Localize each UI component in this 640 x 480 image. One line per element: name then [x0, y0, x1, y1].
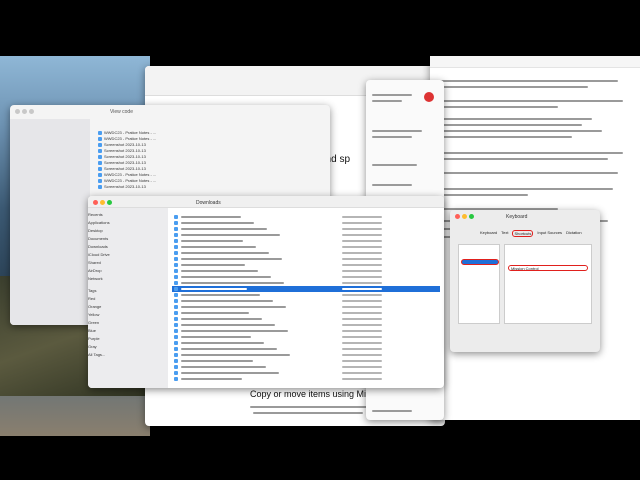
- folder-icon: [174, 377, 178, 381]
- highlighted-shortcut[interactable]: Mission Control: [508, 265, 588, 271]
- close-button[interactable]: [93, 200, 98, 205]
- file-row[interactable]: [172, 376, 440, 382]
- tab-text[interactable]: Text: [501, 230, 508, 237]
- mission-control-category[interactable]: [461, 259, 499, 265]
- finder-sidebar: Recents Applications Desktop Documents D…: [88, 208, 168, 388]
- minimize-button[interactable]: [100, 200, 105, 205]
- folder-icon: [174, 311, 178, 315]
- folder-icon: [174, 323, 178, 327]
- folder-icon: [174, 353, 178, 357]
- folder-icon: [174, 359, 178, 363]
- file-list: [172, 214, 442, 386]
- folder-icon: [174, 287, 178, 291]
- folder-icon: [174, 341, 178, 345]
- finder-back-title: View code: [110, 109, 133, 115]
- shortcut-list: Mission Control: [504, 244, 592, 324]
- tab-shortcuts[interactable]: Shortcuts: [512, 230, 534, 237]
- finder-toolbar: [88, 196, 444, 208]
- shortcut-categories: [458, 244, 500, 324]
- folder-icon: [174, 245, 178, 249]
- tab-input-sources[interactable]: Input Sources: [537, 230, 562, 237]
- folder-icon: [174, 239, 178, 243]
- mail-avatar: [424, 92, 434, 102]
- folder-icon: [174, 293, 178, 297]
- tab-dictation[interactable]: Dictation: [566, 230, 582, 237]
- folder-icon: [174, 233, 178, 237]
- folder-icon: [174, 335, 178, 339]
- folder-icon: [174, 371, 178, 375]
- folder-icon: [174, 365, 178, 369]
- keyboard-preferences-window[interactable]: Keyboard Keyboard Text Shortcuts Input S…: [450, 210, 600, 352]
- tab-keyboard[interactable]: Keyboard: [480, 230, 497, 237]
- folder-icon: [174, 347, 178, 351]
- zoom-button[interactable]: [107, 200, 112, 205]
- finder-back-sidebar: [10, 119, 90, 325]
- finder-window-front[interactable]: Downloads Recents Applications Desktop D…: [88, 196, 444, 388]
- folder-icon: [174, 317, 178, 321]
- folder-icon: [174, 305, 178, 309]
- folder-icon: [174, 257, 178, 261]
- folder-icon: [174, 281, 178, 285]
- folder-icon: [174, 215, 178, 219]
- finder-front-title: Downloads: [196, 200, 221, 206]
- folder-icon: [174, 269, 178, 273]
- folder-icon: [174, 251, 178, 255]
- folder-icon: [174, 299, 178, 303]
- keyboard-prefs-title: Keyboard: [506, 214, 528, 220]
- folder-icon: [174, 263, 178, 267]
- desktop: ws and sp Copy or move items using Miss: [0, 0, 640, 480]
- section-heading: Copy or move items using Miss: [250, 389, 376, 399]
- folder-icon: [174, 227, 178, 231]
- folder-icon: [174, 221, 178, 225]
- folder-icon: [174, 329, 178, 333]
- folder-icon: [174, 275, 178, 279]
